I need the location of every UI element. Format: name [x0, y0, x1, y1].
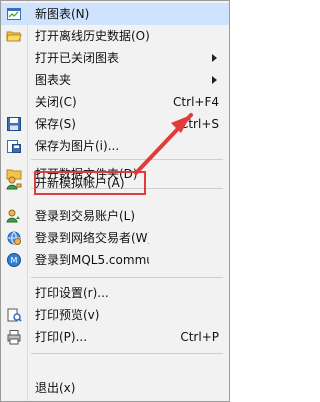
mql5-icon: M	[7, 253, 21, 267]
file-menu: 新图表(N) 打开离线历史数据(O) 打开已关闭图表 图表夹 关闭(C) Ctr…	[0, 0, 230, 402]
menu-item-label: 新图表(N)	[35, 7, 90, 21]
menu-item-save-as-image[interactable]: 保存为图片(i)...	[1, 135, 229, 157]
menu-item-label: 打印预览(v)	[35, 308, 100, 322]
menu-item-close[interactable]: 关闭(C) Ctrl+F4	[1, 91, 229, 113]
menu-item-chart-folder[interactable]: 图表夹	[1, 69, 229, 91]
menu-item-label: 登录到交易账户(L)	[35, 209, 136, 223]
menu-item-print-preview[interactable]: 打印预览(v)	[1, 304, 229, 326]
new-chart-icon	[7, 8, 21, 20]
image-save-icon	[7, 140, 21, 153]
menu-item-login-trade-account[interactable]: 登录到交易账户(L)	[1, 205, 229, 227]
menu-item-open-closed-charts[interactable]: 打开已关闭图表	[1, 47, 229, 69]
menu-item-label: 登录到网络交易者(W)	[35, 231, 149, 245]
print-preview-icon	[7, 308, 22, 322]
menu-item-print-setup[interactable]: 打印设置(r)...	[1, 282, 229, 304]
svg-text:M: M	[11, 256, 18, 265]
web-trader-icon	[7, 231, 21, 245]
menu-item-print[interactable]: 打印(P)... Ctrl+P	[1, 326, 229, 348]
menu-item-label: 打开已关闭图表	[35, 51, 120, 65]
menu-item-login-web-trader[interactable]: 登录到网络交易者(W)	[1, 227, 229, 249]
trade-account-icon	[6, 209, 20, 223]
menu-item-login-mql5[interactable]: M 登录到MQL5.community	[1, 249, 229, 271]
menu-separator	[31, 277, 223, 278]
menu-item-new-chart[interactable]: 新图表(N)	[1, 3, 229, 25]
menu-item-open-offline[interactable]: 打开离线历史数据(O)	[1, 25, 229, 47]
menu-item-shortcut: Ctrl+P	[180, 330, 219, 344]
menu-item-label: 图表夹	[35, 73, 72, 87]
menu-item-shortcut: Ctrl+S	[179, 117, 219, 131]
submenu-arrow-icon	[212, 76, 217, 84]
menu-separator	[31, 353, 223, 354]
folder-open-icon	[6, 31, 22, 42]
menu-separator	[31, 159, 223, 160]
menu-item-label: 关闭(C)	[35, 95, 77, 109]
menu-item-label: 保存(S)	[35, 117, 76, 131]
submenu-arrow-icon	[212, 54, 217, 62]
save-icon	[7, 117, 21, 131]
menu-item-label: 打印(P)...	[35, 330, 88, 344]
menu-item-exit[interactable]: 退出(x)	[1, 377, 229, 399]
annotation-highlight-box	[34, 171, 146, 195]
menu-item-shortcut: Ctrl+F4	[173, 95, 219, 109]
menu-item-label: 打开离线历史数据(O)	[35, 29, 149, 43]
menu-item-label: 退出(x)	[35, 381, 76, 395]
menu-item-save[interactable]: 保存(S) Ctrl+S	[1, 113, 229, 135]
demo-account-icon	[6, 176, 22, 190]
print-icon	[7, 330, 21, 345]
menu-item-label: 打印设置(r)...	[35, 286, 109, 300]
menu-item-label: 登录到MQL5.community	[35, 253, 149, 267]
menu-item-label: 保存为图片(i)...	[35, 139, 120, 153]
